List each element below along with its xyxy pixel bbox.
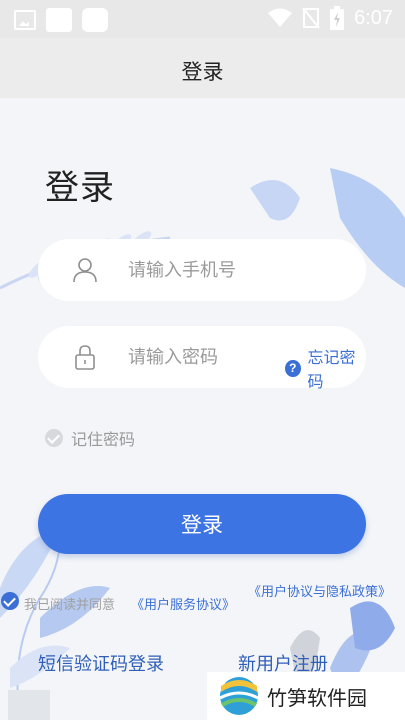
watermark: 竹笋软件园 — [207, 672, 405, 720]
app-notification-icon — [82, 8, 108, 32]
page-title: 登录 — [181, 60, 224, 84]
remember-password-checkbox[interactable]: 记住密码 — [45, 426, 135, 450]
forgot-password-label: 忘记密码 — [307, 348, 356, 391]
watermark-text: 竹笋软件园 — [267, 685, 367, 710]
privacy-policy-link[interactable]: 《用户协议与隐私政策》 — [248, 584, 391, 602]
login-heading: 登录 — [45, 168, 115, 208]
remember-password-label: 记住密码 — [71, 430, 136, 449]
agreement-checkbox[interactable] — [1, 592, 19, 610]
service-agreement-link[interactable]: 《用户服务协议》 — [131, 594, 235, 613]
title-bar: 登录 — [0, 38, 405, 98]
lock-icon — [75, 345, 95, 370]
no-signal-icon — [302, 7, 320, 29]
site-logo-icon — [219, 677, 259, 715]
password-input[interactable] — [128, 340, 268, 374]
question-icon: ? — [285, 359, 301, 377]
status-time: 6:07 — [354, 6, 393, 29]
wifi-icon — [268, 8, 293, 27]
user-icon — [73, 258, 97, 283]
forgot-password-link[interactable]: ? 忘记密码 — [285, 344, 366, 392]
image-notification-icon — [14, 10, 36, 30]
check-icon — [45, 429, 63, 447]
agreement-row: 我已阅读并同意 《用户服务协议》 《用户协议与隐私政策》 — [0, 584, 405, 624]
system-status: 6:07 — [268, 6, 393, 30]
notification-icons — [14, 8, 108, 32]
password-field[interactable]: ? 忘记密码 — [38, 326, 366, 391]
login-button[interactable]: 登录 — [38, 494, 366, 554]
app-notification-icon — [46, 8, 72, 32]
sms-login-link[interactable]: 短信验证码登录 — [38, 650, 164, 676]
phone-input[interactable] — [128, 253, 348, 287]
status-bar: 6:07 — [0, 0, 405, 38]
battery-icon — [330, 6, 345, 30]
phone-field[interactable] — [38, 239, 366, 301]
agreement-prefix: 我已阅读并同意 — [24, 598, 116, 613]
